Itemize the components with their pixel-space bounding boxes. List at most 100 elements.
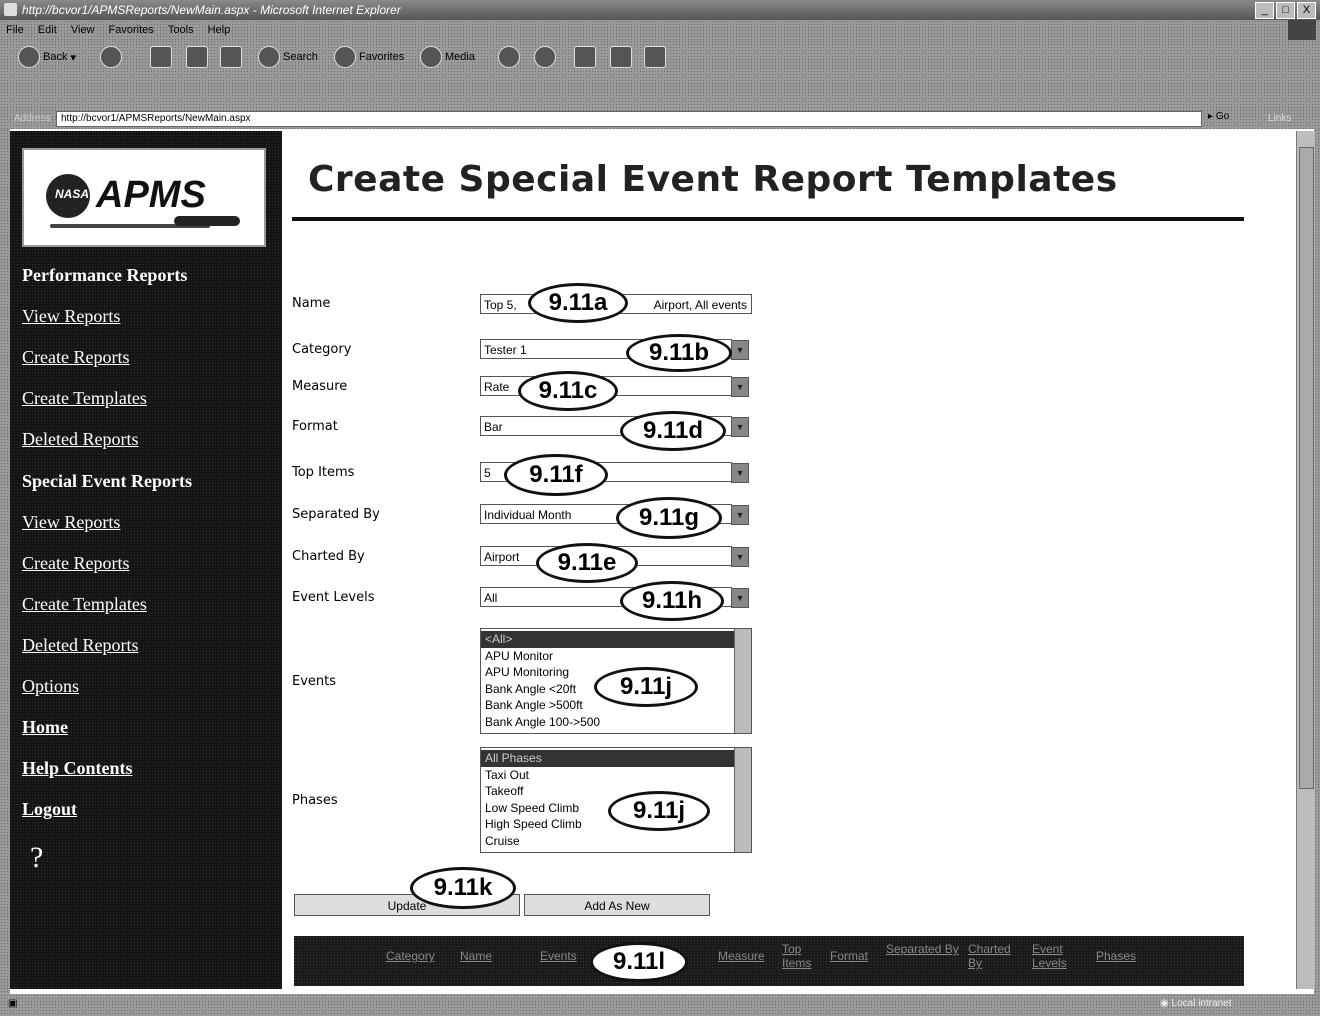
maximize-button[interactable]: □ bbox=[1276, 2, 1295, 19]
callout-name: 9.11a bbox=[528, 283, 628, 323]
phases-label: Phases bbox=[292, 793, 338, 808]
name-label: Name bbox=[292, 296, 331, 311]
chevron-down-icon: ▼ bbox=[731, 417, 749, 437]
go-button[interactable]: ▸ Go bbox=[1208, 111, 1229, 122]
callout-category: 9.11b bbox=[626, 334, 732, 372]
menu-view[interactable]: View bbox=[71, 24, 95, 36]
phases-option[interactable]: Takeoff bbox=[485, 783, 751, 800]
status-bar: ▣ ◉ Local intranet bbox=[0, 994, 1320, 1016]
menu-bar: File Edit View Favorites Tools Help bbox=[0, 20, 1320, 40]
nav-se-view-reports[interactable]: View Reports bbox=[22, 512, 120, 533]
links-button[interactable]: Links bbox=[1268, 113, 1291, 124]
phases-option[interactable]: Taxi Out bbox=[485, 767, 751, 784]
column-format[interactable]: Format bbox=[830, 949, 868, 963]
window-title: http://bcvor1/APMSReports/NewMain.aspx -… bbox=[22, 3, 401, 17]
menu-file[interactable]: File bbox=[6, 24, 24, 36]
back-arrow-icon bbox=[18, 46, 40, 68]
history-icon bbox=[498, 46, 520, 68]
nav-perf-view-reports[interactable]: View Reports bbox=[22, 306, 120, 327]
nav-heading-performance: Performance Reports bbox=[22, 265, 188, 285]
address-bar: Address http://bcvor1/APMSReports/NewMai… bbox=[0, 109, 1320, 129]
print-button[interactable] bbox=[574, 46, 596, 68]
nav-heading-special-event: Special Event Reports bbox=[22, 471, 192, 491]
address-input[interactable]: http://bcvor1/APMSReports/NewMain.aspx bbox=[56, 111, 1202, 127]
nav-se-create-templates[interactable]: Create Templates bbox=[22, 594, 147, 615]
refresh-button[interactable] bbox=[186, 46, 208, 68]
column-category[interactable]: Category bbox=[386, 949, 435, 963]
phases-option[interactable]: Cruise bbox=[485, 833, 751, 850]
events-option[interactable]: Bank Angle 100->500 bbox=[485, 714, 751, 731]
page-content: NASA APMS Performance Reports View Repor… bbox=[10, 131, 1296, 989]
apms-logo: NASA APMS bbox=[22, 148, 266, 247]
edit-button[interactable] bbox=[610, 46, 632, 68]
minimize-button[interactable]: _ bbox=[1255, 2, 1274, 19]
callout-separated-by: 9.11g bbox=[616, 497, 722, 539]
history-button[interactable] bbox=[498, 46, 520, 68]
nav-perf-create-reports[interactable]: Create Reports bbox=[22, 347, 129, 368]
page-done-icon: ▣ bbox=[8, 998, 18, 1009]
nav-se-deleted-reports[interactable]: Deleted Reports bbox=[22, 635, 138, 656]
forward-button[interactable] bbox=[100, 46, 122, 68]
windows-flag-icon bbox=[1288, 20, 1316, 40]
nav-options[interactable]: Options bbox=[22, 676, 79, 697]
discuss-button[interactable] bbox=[644, 46, 666, 68]
zone-indicator: ◉ Local intranet bbox=[1160, 998, 1232, 1009]
column-top-items[interactable]: Top Items bbox=[782, 942, 818, 970]
column-separated-by[interactable]: Separated By bbox=[886, 942, 960, 956]
phases-scrollbar[interactable] bbox=[734, 748, 751, 852]
mail-button[interactable] bbox=[534, 46, 556, 68]
page-title: Create Special Event Report Templates bbox=[308, 159, 1118, 200]
nav-home[interactable]: Home bbox=[22, 717, 68, 738]
add-as-new-button[interactable]: Add As New bbox=[524, 894, 710, 916]
close-button[interactable]: X bbox=[1297, 2, 1316, 19]
favorites-button[interactable]: Favorites bbox=[334, 46, 404, 68]
separated-by-label: Separated By bbox=[292, 507, 380, 522]
column-name[interactable]: Name bbox=[460, 949, 492, 963]
menu-help[interactable]: Help bbox=[208, 24, 231, 36]
scrollbar-thumb[interactable] bbox=[1299, 147, 1314, 789]
callout-event-levels: 9.11h bbox=[620, 581, 724, 621]
column-measure[interactable]: Measure bbox=[718, 949, 765, 963]
stop-icon bbox=[150, 46, 172, 68]
top-items-label: Top Items bbox=[292, 465, 355, 480]
media-button[interactable]: Media bbox=[420, 46, 475, 68]
chevron-down-icon: ▾ bbox=[70, 51, 76, 64]
home-button[interactable] bbox=[220, 46, 242, 68]
refresh-icon bbox=[186, 46, 208, 68]
callout-charted-by: 9.11e bbox=[536, 543, 638, 583]
title-divider bbox=[292, 217, 1244, 221]
back-button[interactable]: Back ▾ bbox=[18, 46, 76, 68]
column-event-levels[interactable]: Event Levels bbox=[1032, 942, 1076, 970]
column-phases[interactable]: Phases bbox=[1096, 949, 1136, 963]
stop-button[interactable] bbox=[150, 46, 172, 68]
chevron-down-icon: ▼ bbox=[731, 463, 749, 483]
column-charted-by[interactable]: Charted By bbox=[968, 942, 1018, 970]
page-scrollbar[interactable] bbox=[1296, 131, 1315, 989]
help-question-icon[interactable]: ? bbox=[30, 841, 43, 875]
nav-logout[interactable]: Logout bbox=[22, 799, 77, 820]
menu-tools[interactable]: Tools bbox=[168, 24, 194, 36]
column-events[interactable]: Events bbox=[540, 949, 577, 963]
search-button[interactable]: Search bbox=[258, 46, 318, 68]
format-label: Format bbox=[292, 419, 338, 434]
callout-phases: 9.11j bbox=[608, 791, 710, 831]
discuss-icon bbox=[644, 46, 666, 68]
callout-footer: 9.11l bbox=[590, 942, 688, 982]
menu-favorites[interactable]: Favorites bbox=[109, 24, 154, 36]
menu-edit[interactable]: Edit bbox=[38, 24, 57, 36]
events-option[interactable]: <All> bbox=[481, 631, 751, 648]
nav-perf-deleted-reports[interactable]: Deleted Reports bbox=[22, 429, 138, 450]
nav-help-contents[interactable]: Help Contents bbox=[22, 758, 133, 779]
nav-se-create-reports[interactable]: Create Reports bbox=[22, 553, 129, 574]
phases-option[interactable]: All Phases bbox=[481, 750, 751, 767]
chevron-down-icon: ▼ bbox=[731, 505, 749, 525]
nav-perf-create-templates[interactable]: Create Templates bbox=[22, 388, 147, 409]
window-controls: _ □ X bbox=[1255, 2, 1316, 19]
ie-icon bbox=[4, 3, 17, 16]
events-scrollbar[interactable] bbox=[734, 629, 751, 733]
event-levels-label: Event Levels bbox=[292, 590, 375, 605]
events-option[interactable]: APU Monitor bbox=[485, 648, 751, 665]
forward-arrow-icon bbox=[100, 46, 122, 68]
category-label: Category bbox=[292, 342, 352, 357]
callout-update: 9.11k bbox=[410, 867, 516, 909]
